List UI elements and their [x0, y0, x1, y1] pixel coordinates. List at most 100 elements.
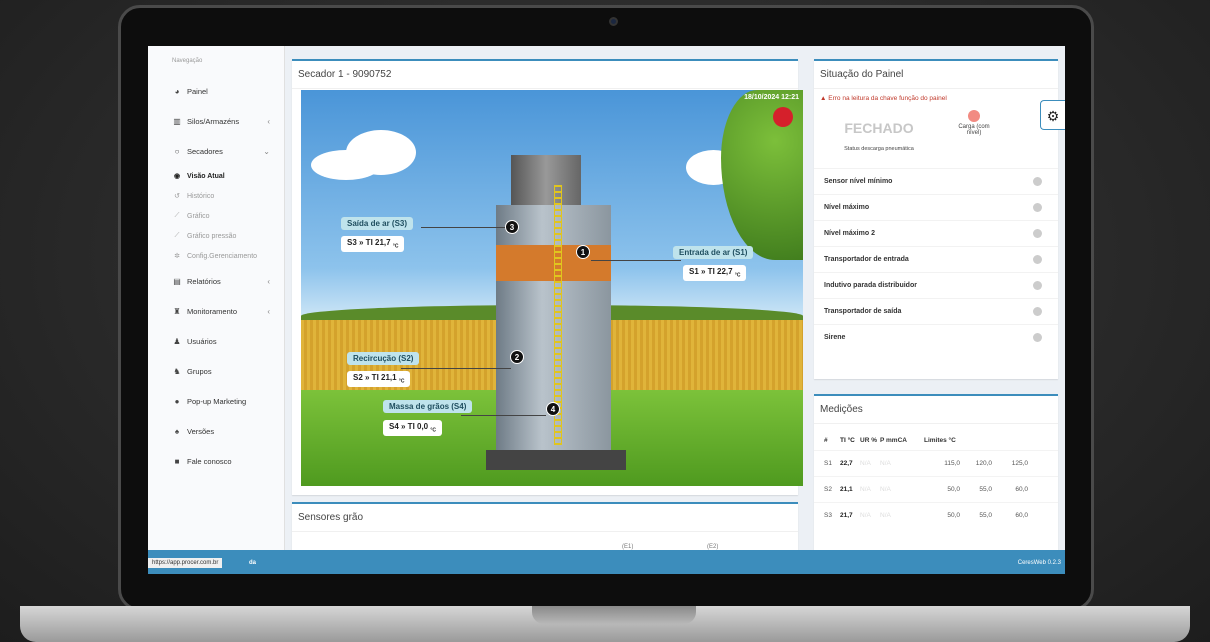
user-icon: ♟ [173, 336, 181, 346]
gear-icon: ⚙ [1046, 108, 1060, 124]
measurement-l1: 50,0 [947, 512, 960, 519]
dashboard-icon: ◕ [174, 86, 180, 96]
measurement-l1: 115,0 [944, 460, 960, 467]
sidebar-item-1[interactable]: ▥ Silos/Armazéns ‹ [148, 106, 284, 136]
connector [421, 227, 505, 228]
sidebar-item-5[interactable]: ♟ Usuários [148, 326, 284, 356]
chevron-icon: ‹ [267, 306, 270, 316]
sidebar-subitem-0[interactable]: ◉ Visão Atual [148, 166, 284, 186]
load-led [968, 110, 980, 122]
measurements-header: # TI °C UR % P mmCA Limites °C [824, 436, 956, 444]
sidebar-subitem-2[interactable]: ⟋ Gráfico [148, 206, 284, 226]
s2-value: S2 » TI 21,1 °C [347, 371, 411, 387]
sidebar-item-8[interactable]: ♠ Versões [148, 416, 284, 446]
report-icon: ▤ [173, 276, 181, 286]
gear-icon: ✲ [174, 253, 180, 260]
status-led [1033, 333, 1042, 342]
panel-sensor-row: Indutivo parada distribuidor [814, 272, 1058, 298]
sidebar-subitem-label: Gráfico [187, 212, 210, 220]
grain-sensors-title: Sensores grão [292, 504, 798, 532]
dryer-illustration: 18/10/2024 12:21 3 1 2 4 Saída de ar (S3… [301, 90, 803, 486]
sidebar-item-label: Usuários [187, 336, 217, 346]
sidebar-subitem-label: Gráfico pressão [187, 232, 237, 240]
area-chart-icon: ⟋ [174, 212, 180, 219]
eye-icon: ◉ [173, 173, 181, 180]
panel-sensor-row: Nível máximo [814, 194, 1058, 220]
marker-4: 4 [546, 402, 560, 416]
measurement-ur: N/A [860, 512, 871, 519]
sidebar-item-label: Secadores [187, 146, 223, 156]
panel-sensor-row: Sirene [814, 324, 1058, 350]
sidebar-subitem-label: Visão Atual [187, 172, 225, 180]
cloud [346, 130, 416, 175]
sidebar-item-2[interactable]: ○ Secadores ⌄ [148, 136, 284, 166]
webcam [609, 17, 618, 26]
s1-value: S1 » TI 22,7 °C [683, 265, 747, 281]
group-icon: ♞ [173, 366, 181, 376]
connector [401, 368, 511, 369]
status-led [1033, 307, 1042, 316]
marker-3: 3 [505, 220, 519, 234]
measurement-ur: N/A [860, 460, 871, 467]
sidebar-subitem-4[interactable]: ✲ Config.Gerenciamento [148, 246, 284, 266]
measurement-l1: 50,0 [947, 486, 960, 493]
sidebar-item-9[interactable]: ■ Fale conosco [148, 446, 284, 476]
dryer-box: Secador 1 - 9090752 18/10/2024 12:21 3 1… [292, 59, 803, 495]
s3-label: Saída de ar (S3) [341, 217, 414, 230]
settings-gear-button[interactable]: ⚙ [1040, 100, 1065, 130]
status-led [1033, 177, 1042, 186]
measurement-ur: N/A [860, 486, 871, 493]
sidebar-item-6[interactable]: ♞ Grupos [148, 356, 284, 386]
measurement-ti: 21,7 [840, 512, 853, 519]
sidebar-subitem-label: Histórico [187, 192, 215, 200]
chevron-icon: ‹ [267, 276, 270, 286]
panel-sensor-label: Sensor nível mínimo [824, 178, 893, 185]
measurement-ti: 22,7 [840, 460, 853, 467]
warehouse-icon: ▥ [173, 116, 181, 126]
discharge-status-caption: Status descarga pneumática [844, 146, 914, 152]
app-screen: Navegação ◕ Painel ▥ Silos/Armazéns ‹ ○ Secado… [148, 46, 1065, 574]
panel-sensor-label: Nível máximo 2 [824, 230, 875, 237]
sidebar-subitem-3[interactable]: ⟋ Gráfico pressão [148, 226, 284, 246]
status-led [1033, 255, 1042, 264]
status-url: https://app.procer.com.br [148, 558, 223, 568]
sidebar-subitem-1[interactable]: ↺ Histórico [148, 186, 284, 206]
sidebar-item-label: Fale conosco [187, 456, 232, 466]
sidebar-subitem-label: Config.Gerenciamento [187, 252, 258, 260]
sidebar-item-0[interactable]: ◕ Painel [148, 76, 284, 106]
binoculars-icon: ♜ [173, 306, 181, 316]
sidebar-item-7[interactable]: ● Pop-up Marketing [148, 386, 284, 416]
sidebar-item-label: Grupos [187, 366, 212, 376]
panel-sensor-label: Nível máximo [824, 204, 870, 211]
sidebar-item-label: Relatórios [187, 276, 221, 286]
dryer-title: Secador 1 - 9090752 [292, 61, 798, 89]
sidebar-item-4[interactable]: ♜ Monitoramento ‹ [148, 296, 284, 326]
discharge-status: FECHADO Status descarga pneumática [824, 110, 934, 162]
laptop-frame: Navegação ◕ Painel ▥ Silos/Armazéns ‹ ○ Secado… [0, 0, 1210, 642]
sidebar-item-label: Monitoramento [187, 306, 238, 316]
measurement-l2: 120,0 [975, 460, 992, 467]
sidebar-item-3[interactable]: ▤ Relatórios ‹ [148, 266, 284, 296]
measurements-title: Medições [814, 396, 1058, 424]
measurement-l2: 55,0 [979, 512, 992, 519]
measurement-p: N/A [880, 486, 891, 493]
connector [461, 415, 546, 416]
measurement-p: N/A [880, 512, 891, 519]
timestamp: 18/10/2024 12:21 [744, 94, 799, 101]
panel-sensor-row: Sensor nível mínimo [814, 168, 1058, 194]
sidebar-item-label: Versões [187, 426, 215, 436]
contact-icon: ■ [174, 456, 180, 466]
measurement-id: S1 [824, 460, 832, 467]
chevron-icon: ⌄ [263, 146, 270, 156]
load-label: Carga (com nível) [958, 124, 990, 136]
measurement-l3: 125,0 [1011, 460, 1028, 467]
measurement-l3: 60,0 [1015, 512, 1028, 519]
measurement-row: S2 21,1 N/A N/A 50,0 55,0 60,0 [814, 476, 1058, 502]
s2-label: Recircução (S2) [347, 352, 420, 365]
warning-icon: ▲ [820, 95, 829, 102]
status-led [1033, 281, 1042, 290]
status-row: FECHADO Status descarga pneumática Carga… [814, 104, 1058, 168]
s3-value: S3 » TI 21,7 °C [341, 236, 405, 252]
nav-heading: Navegação [172, 58, 203, 64]
version-label: CeresWeb 0.2.3 [1017, 560, 1061, 566]
